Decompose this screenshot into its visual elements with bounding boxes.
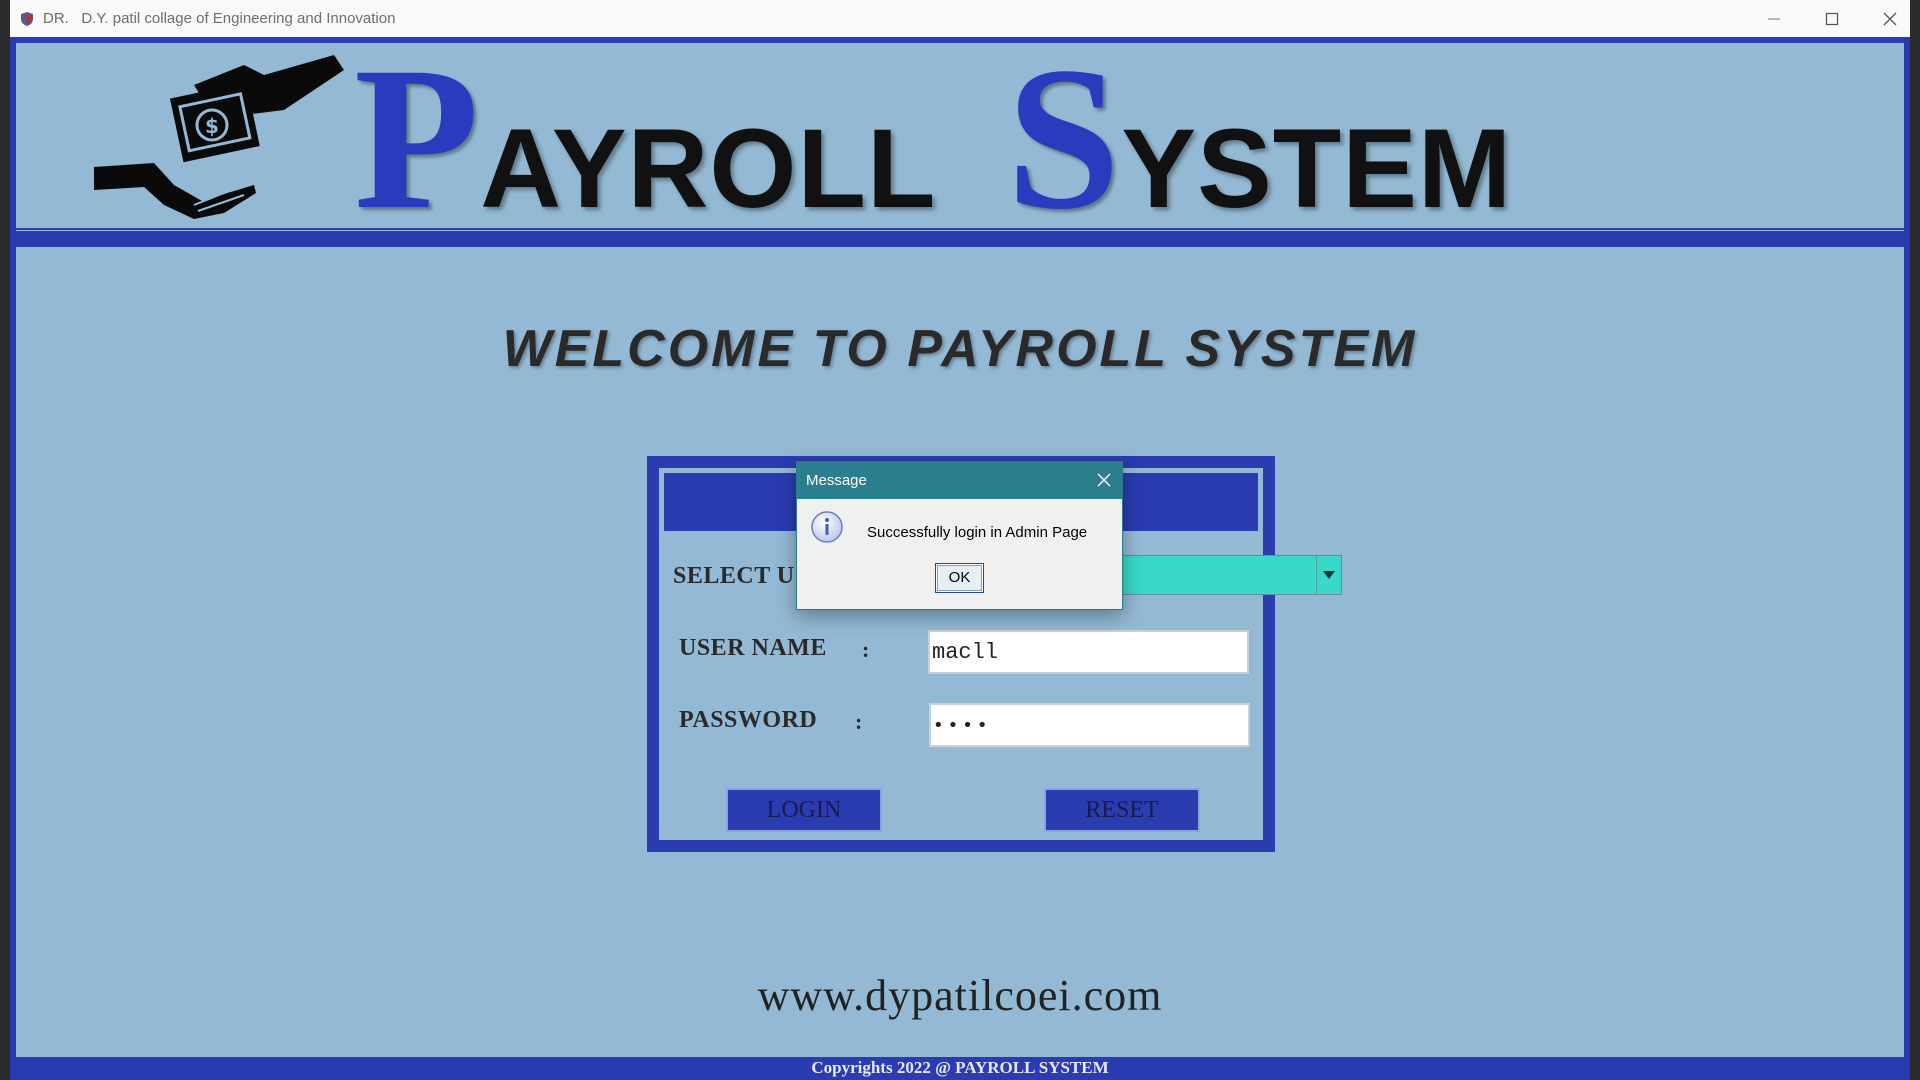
content-panel: WELCOME TO PAYROLL SYSTEM SELECT U USER … <box>16 247 1904 1057</box>
dialog-titlebar[interactable]: Message <box>797 462 1122 499</box>
dialog-title: Message <box>806 472 867 489</box>
logo-word-system: SYSTEM <box>1006 25 1513 252</box>
select-user-label: SELECT U <box>673 563 795 589</box>
window-title: DR. D.Y. patil collage of Engineering an… <box>43 10 396 27</box>
reset-button[interactable]: RESET <box>1044 788 1200 832</box>
minimize-icon <box>1768 18 1780 20</box>
shield-icon <box>20 11 34 27</box>
close-window-button[interactable] <box>1866 5 1914 33</box>
info-icon <box>811 511 843 543</box>
dialog-message: Successfully login in Admin Page <box>867 524 1088 541</box>
header-divider <box>16 228 1904 230</box>
desktop-edge-right <box>1910 37 1920 1080</box>
ok-button[interactable]: OK <box>935 563 984 593</box>
message-dialog[interactable]: Message Successfully login in Admin Page… <box>796 461 1123 610</box>
copyright-footer: Copyrights 2022 @ PAYROLL SYSTEM <box>811 1058 1109 1077</box>
username-colon: : <box>862 637 870 662</box>
welcome-heading: WELCOME TO PAYROLL SYSTEM <box>502 320 1418 378</box>
combo-dropdown-button[interactable] <box>1316 556 1341 594</box>
minimize-button[interactable] <box>1750 5 1798 33</box>
app-logo-title: PAYROLL SYSTEM <box>354 25 1582 256</box>
close-icon <box>1883 12 1897 26</box>
maximize-button[interactable] <box>1808 5 1856 33</box>
close-icon[interactable] <box>1096 472 1112 488</box>
login-button[interactable]: LOGIN <box>726 788 882 832</box>
desktop-edge-left <box>0 37 10 1080</box>
username-input[interactable]: macll <box>928 630 1249 674</box>
money-hands-icon: $ <box>94 55 344 219</box>
password-label: PASSWORD <box>679 707 818 733</box>
website-url[interactable]: www.dypatilcoei.com <box>16 970 1904 1021</box>
logo-word-payroll: PAYROLL <box>354 25 937 252</box>
header-banner: $ PAYROLL SYSTEM <box>16 36 1904 241</box>
password-input[interactable]: •••• <box>929 703 1250 747</box>
password-colon: : <box>855 709 863 734</box>
svg-text:$: $ <box>205 114 219 138</box>
maximize-icon <box>1825 12 1839 26</box>
username-label: USER NAME <box>679 635 827 661</box>
chevron-down-icon <box>1323 571 1335 579</box>
window-titlebar[interactable]: DR. D.Y. patil collage of Engineering an… <box>10 0 1910 38</box>
